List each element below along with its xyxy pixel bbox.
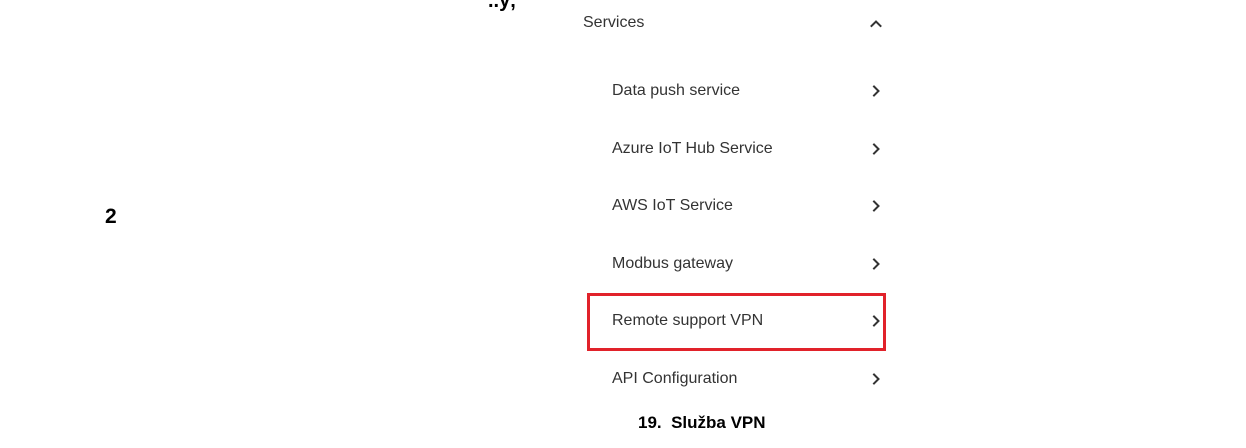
- menu-item-data-push-service[interactable]: Data push service: [612, 80, 892, 106]
- menu-item-label: Modbus gateway: [612, 255, 733, 272]
- menu-item-label: AWS IoT Service: [612, 197, 733, 214]
- clipped-heading-fragment: ..ý,: [488, 0, 516, 12]
- menu-item-api-configuration[interactable]: API Configuration: [612, 368, 892, 394]
- services-label: Services: [583, 14, 645, 31]
- highlight-box: [587, 293, 886, 351]
- chevron-up-icon: [870, 20, 882, 28]
- menu-item-label: Data push service: [612, 82, 741, 99]
- chevron-right-icon: [872, 258, 880, 270]
- chevron-right-icon: [872, 85, 880, 97]
- menu-item-label: API Configuration: [612, 370, 738, 387]
- step-number: 2: [105, 205, 117, 228]
- menu-item-modbus-gateway[interactable]: Modbus gateway: [612, 253, 892, 279]
- services-menu-header[interactable]: Services: [583, 12, 883, 38]
- menu-item-azure-iot-hub-service[interactable]: Azure IoT Hub Service: [612, 138, 892, 164]
- menu-item-aws-iot-service[interactable]: AWS IoT Service: [612, 195, 892, 221]
- menu-item-label: Azure IoT Hub Service: [612, 140, 773, 157]
- chevron-right-icon: [872, 373, 880, 385]
- chevron-right-icon: [872, 143, 880, 155]
- chevron-right-icon: [872, 200, 880, 212]
- figure-caption: 19. Služba VPN: [638, 413, 766, 432]
